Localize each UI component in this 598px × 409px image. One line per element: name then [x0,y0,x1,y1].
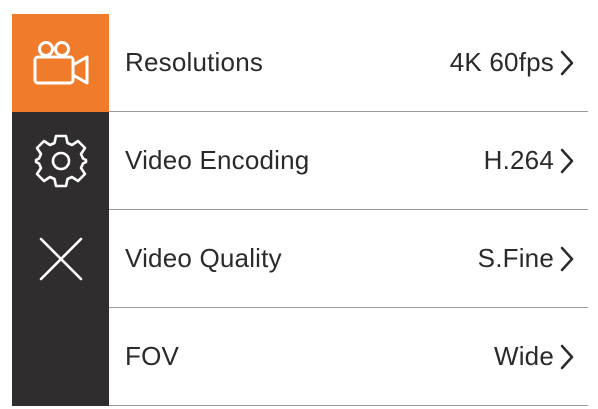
setting-row-fov[interactable]: FOV Wide [12,308,588,406]
setting-value: Wide [493,341,554,371]
setting-icon-cell [12,210,109,308]
setting-content: Resolutions 4K 60fps [109,14,588,112]
setting-content: Video Quality S.Fine [109,210,588,308]
setting-value: S.Fine [477,243,554,273]
setting-label: FOV [125,341,180,371]
setting-icon-cell [12,308,109,406]
setting-value: 4K 60fps [449,47,554,77]
setting-value-group: 4K 60fps [450,47,574,78]
chevron-right-icon [554,148,574,174]
setting-row-resolutions[interactable]: Resolutions 4K 60fps [12,14,588,112]
settings-menu: Resolutions 4K 60fps Video Encoding H.26… [12,14,588,406]
chevron-right-icon [554,246,574,272]
setting-row-video-quality[interactable]: Video Quality S.Fine [12,210,588,308]
setting-label: Video Encoding [125,145,310,175]
setting-icon-cell [12,14,109,112]
setting-content: FOV Wide [109,308,588,406]
setting-label: Video Quality [125,243,282,273]
setting-value-group: Wide [494,341,574,372]
video-camera-icon [30,39,92,87]
setting-value-group: S.Fine [478,243,574,274]
setting-content: Video Encoding H.264 [109,112,588,210]
setting-row-video-encoding[interactable]: Video Encoding H.264 [12,112,588,210]
chevron-right-icon [554,344,574,370]
close-icon [36,234,86,284]
chevron-right-icon [554,50,574,76]
setting-label: Resolutions [125,47,264,77]
setting-value: H.264 [483,145,554,175]
setting-icon-cell [12,112,109,210]
gear-icon [32,132,90,190]
setting-value-group: H.264 [484,145,574,176]
